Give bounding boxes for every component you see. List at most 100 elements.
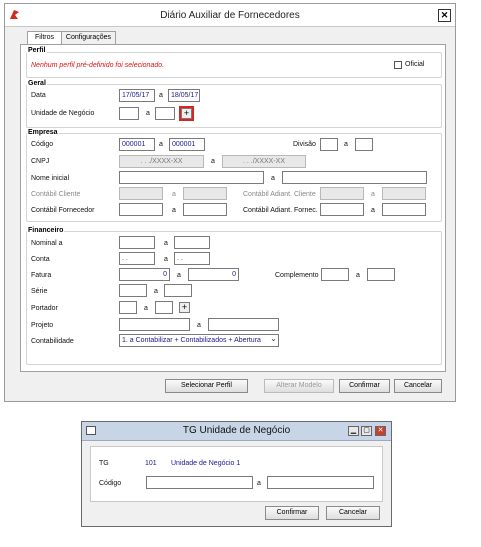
dialog-codigo-from-field[interactable] [146, 476, 253, 489]
main-window: Diário Auxiliar de Fornecedores ✕ Filtro… [4, 3, 456, 402]
fatura-to-field[interactable]: 0 [188, 268, 239, 281]
serie-label: Série [31, 288, 48, 295]
cnpj-to-field[interactable]: . . ./XXXX-XX [222, 155, 306, 168]
divisao-to-field[interactable] [355, 138, 373, 151]
nominal-a-label: a [164, 240, 168, 247]
contabil-cliente-from-field[interactable] [119, 187, 163, 200]
nome-inicial-a-label: a [271, 175, 275, 182]
unidade-label: Unidade de Negócio [31, 110, 95, 117]
conta-to-field[interactable]: . . [174, 252, 210, 265]
dialog-title-bar: TG Unidade de Negócio ▁ ▢ ✕ [82, 422, 391, 441]
divisao-a-label: a [344, 141, 348, 148]
unidade-to-field[interactable] [155, 107, 175, 120]
tg-name: Unidade de Negócio 1 [171, 460, 241, 467]
contabil-adiant-cliente-label: Contábil Adiant. Cliente [243, 191, 316, 198]
contabil-adiant-cliente-a-label: a [371, 191, 375, 198]
complemento-label: Complemento [275, 272, 319, 279]
tg-label: TG [99, 460, 109, 467]
fatura-label: Fatura [31, 272, 52, 279]
contabilidade-select[interactable]: 1. a Contabilizar + Contabilizados + Abe… [119, 334, 279, 347]
geral-title: Geral [27, 80, 47, 87]
tab-configuracoes[interactable]: Configurações [61, 31, 116, 44]
cnpj-from-field[interactable]: . . ./XXXX-XX [119, 155, 204, 168]
oficial-checkbox[interactable] [394, 61, 402, 69]
nome-inicial-to-field[interactable] [282, 171, 427, 184]
cancelar-button[interactable]: Cancelar [394, 379, 442, 393]
close-icon[interactable]: ✕ [438, 9, 451, 22]
contabil-adiant-fornec-from-field[interactable] [320, 203, 364, 216]
data-label: Data [31, 92, 46, 99]
dialog-codigo-a-label: a [257, 480, 261, 487]
unidade-lookup-button[interactable]: + [179, 106, 194, 121]
codigo-label: Código [31, 141, 54, 148]
unidade-a-label: a [146, 110, 150, 117]
data-to-field[interactable]: 18/05/17 [168, 89, 200, 102]
close-icon[interactable]: ✕ [375, 426, 386, 436]
complemento-to-field[interactable] [367, 268, 395, 281]
title-bar: Diário Auxiliar de Fornecedores ✕ [5, 4, 455, 27]
confirmar-button[interactable]: Confirmar [339, 379, 390, 393]
maximize-icon[interactable]: ▢ [361, 426, 372, 436]
contabil-adiant-cliente-from-field[interactable] [320, 187, 364, 200]
portador-lookup-button[interactable]: + [179, 302, 190, 313]
contabil-cliente-label: Contábil Cliente [31, 191, 81, 198]
dialog-cancelar-button[interactable]: Cancelar [326, 506, 380, 520]
tg-code: 101 [145, 460, 157, 467]
empresa-codigo-a-label: a [159, 141, 163, 148]
oficial-label: Oficial [405, 61, 425, 68]
perfil-message: Nenhum perfil pré-definido foi seleciona… [31, 62, 165, 69]
alterar-modelo-button[interactable]: Alterar Modelo [264, 379, 334, 393]
data-from-field[interactable]: 17/05/17 [119, 89, 155, 102]
chevron-down-icon[interactable]: ⌄ [269, 335, 278, 346]
filters-panel: Perfil Nenhum perfil pré-definido foi se… [20, 44, 446, 372]
contabil-fornecedor-to-field[interactable] [183, 203, 227, 216]
dialog-confirmar-button[interactable]: Confirmar [265, 506, 319, 520]
nominal-from-field[interactable] [119, 236, 155, 249]
portador-from-field[interactable] [119, 301, 137, 314]
dialog-codigo-to-field[interactable] [267, 476, 374, 489]
contabil-fornecedor-a-label: a [172, 207, 176, 214]
projeto-a-label: a [197, 322, 201, 329]
contabil-cliente-to-field[interactable] [183, 187, 227, 200]
serie-a-label: a [154, 288, 158, 295]
conta-a-label: a [164, 256, 168, 263]
nome-inicial-label: Nome inicial [31, 175, 70, 182]
conta-label: Conta [31, 256, 50, 263]
fatura-from-field[interactable]: 0 [119, 268, 170, 281]
contabil-fornecedor-label: Contábil Fornecedor [31, 207, 95, 214]
serie-from-field[interactable] [119, 284, 147, 297]
contabil-cliente-a-label: a [172, 191, 176, 198]
fatura-a-label: a [177, 272, 181, 279]
minimize-icon[interactable]: ▁ [348, 426, 359, 436]
contabil-adiant-fornec-to-field[interactable] [382, 203, 426, 216]
empresa-codigo-to-field[interactable]: 000001 [169, 138, 205, 151]
contabil-fornecedor-from-field[interactable] [119, 203, 163, 216]
complemento-from-field[interactable] [321, 268, 349, 281]
portador-to-field[interactable] [155, 301, 173, 314]
nominal-label: Nominal a [31, 240, 63, 247]
conta-from-field[interactable]: . . [119, 252, 155, 265]
window-title: Diário Auxiliar de Fornecedores [160, 10, 300, 21]
nominal-to-field[interactable] [174, 236, 210, 249]
selecionar-perfil-button[interactable]: Selecionar Perfil [165, 379, 248, 393]
contabil-adiant-cliente-to-field[interactable] [382, 187, 426, 200]
empresa-codigo-from-field[interactable]: 000001 [119, 138, 155, 151]
complemento-a-label: a [356, 272, 360, 279]
projeto-to-field[interactable] [208, 318, 279, 331]
data-a-label: a [159, 92, 163, 99]
nome-inicial-from-field[interactable] [119, 171, 264, 184]
perfil-title: Perfil [27, 47, 47, 54]
dialog-title: TG Unidade de Negócio [182, 425, 291, 436]
contabil-adiant-fornec-a-label: a [371, 207, 375, 214]
cnpj-label: CNPJ [31, 158, 50, 165]
financeiro-title: Financeiro [27, 227, 65, 234]
cnpj-a-label: a [211, 158, 215, 165]
portador-label: Portador [31, 305, 58, 312]
contabilidade-select-value: 1. a Contabilizar + Contabilizados + Abe… [122, 337, 261, 344]
unidade-from-field[interactable] [119, 107, 139, 120]
tab-filtros[interactable]: Filtros [27, 31, 62, 45]
serie-to-field[interactable] [164, 284, 192, 297]
projeto-label: Projeto [31, 322, 54, 329]
projeto-from-field[interactable] [119, 318, 190, 331]
divisao-from-field[interactable] [320, 138, 338, 151]
